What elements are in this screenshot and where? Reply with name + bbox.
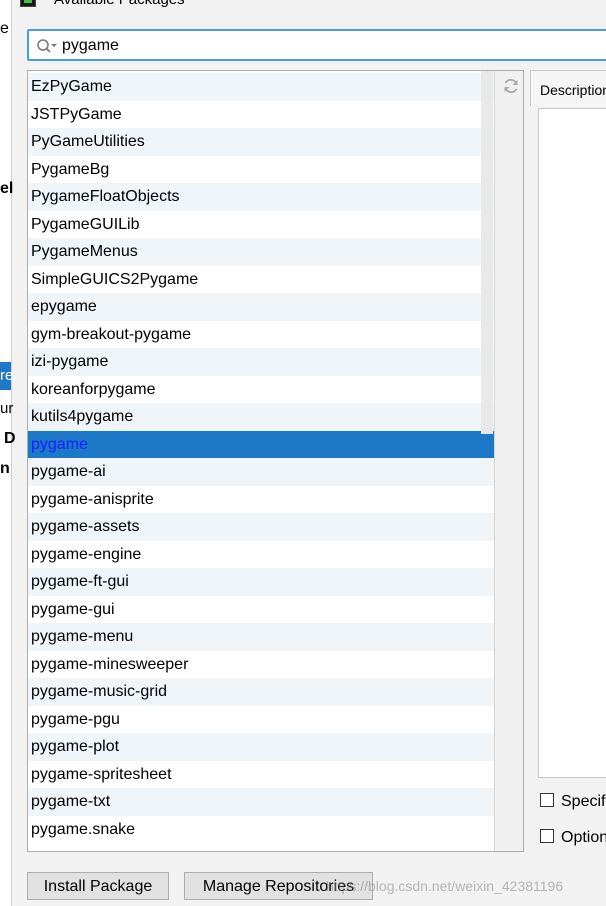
description-header: Description (530, 70, 606, 106)
list-item[interactable]: pygame-gui (28, 595, 494, 623)
install-package-button[interactable]: Install Package (27, 872, 169, 900)
specify-version-label: Specif (561, 793, 606, 810)
selected-list-item[interactable]: pygame (28, 430, 494, 458)
background-selected-fragment: re (0, 362, 13, 390)
search-icon[interactable] (36, 38, 58, 54)
list-item[interactable]: EzPyGame (28, 73, 494, 101)
list-item[interactable]: pygame-plot (28, 733, 494, 761)
background-text-fragment: e (0, 20, 9, 37)
list-item[interactable]: pygame-menu (28, 623, 494, 651)
list-item[interactable]: gym-breakout-pygame (28, 320, 494, 348)
description-body (538, 108, 606, 778)
pycharm-icon (20, 0, 36, 7)
list-item[interactable]: PyGameUtilities (28, 128, 494, 156)
background-text-fragment: ur (0, 400, 14, 417)
list-item[interactable]: izi-pygame (28, 348, 494, 376)
options-label: Option (561, 829, 606, 846)
background-text-fragment: n (0, 460, 10, 477)
list-item[interactable]: pygame-minesweeper (28, 650, 494, 678)
list-item[interactable]: pygame.snake (28, 815, 494, 843)
list-item[interactable]: PygameGUILib (28, 210, 494, 238)
list-item[interactable]: JSTPyGame (28, 100, 494, 128)
list-item[interactable]: kutils4pygame (28, 403, 494, 431)
description-panel: Description Specif Option (530, 70, 606, 850)
list-item[interactable]: pygame-txt (28, 788, 494, 816)
search-box[interactable] (27, 29, 606, 61)
background-text-fragment: D (4, 430, 16, 447)
list-item[interactable]: SimpleGUICS2Pygame (28, 265, 494, 293)
list-item[interactable]: pygame-spritesheet (28, 760, 494, 788)
list-item[interactable]: PygameBg (28, 155, 494, 183)
package-list[interactable]: EzPyGame JSTPyGame PyGameUtilities PygameBg… (27, 70, 524, 852)
list-item[interactable]: epygame (28, 293, 494, 321)
specify-version-checkbox[interactable] (540, 793, 554, 807)
list-item[interactable]: pygame-anisprite (28, 485, 494, 513)
package-list-items: EzPyGame JSTPyGame PyGameUtilities PygameBg… (28, 73, 494, 843)
list-item[interactable]: pygame-music-grid (28, 678, 494, 706)
search-input[interactable] (62, 35, 462, 57)
watermark: https://blog.csdn.net/weixin_42381196 (326, 878, 564, 894)
package-list-scrollbar[interactable] (481, 71, 493, 434)
list-item[interactable]: PygameMenus (28, 238, 494, 266)
list-item[interactable]: pygame-assets (28, 513, 494, 541)
list-item[interactable]: pygame-engine (28, 540, 494, 568)
list-toolbar (494, 71, 523, 851)
list-item[interactable]: pygame-ft-gui (28, 568, 494, 596)
background-window: e el re ur D n (0, 0, 16, 906)
list-item[interactable]: koreanforpygame (28, 375, 494, 403)
list-item[interactable]: pygame-pgu (28, 705, 494, 733)
dialog-title: Available Packages (54, 0, 185, 9)
list-item[interactable]: PygameFloatObjects (28, 183, 494, 211)
refresh-icon[interactable] (502, 77, 520, 95)
background-text-fragment: el (0, 180, 14, 197)
options-checkbox[interactable] (540, 829, 554, 843)
list-item[interactable]: pygame-ai (28, 458, 494, 486)
